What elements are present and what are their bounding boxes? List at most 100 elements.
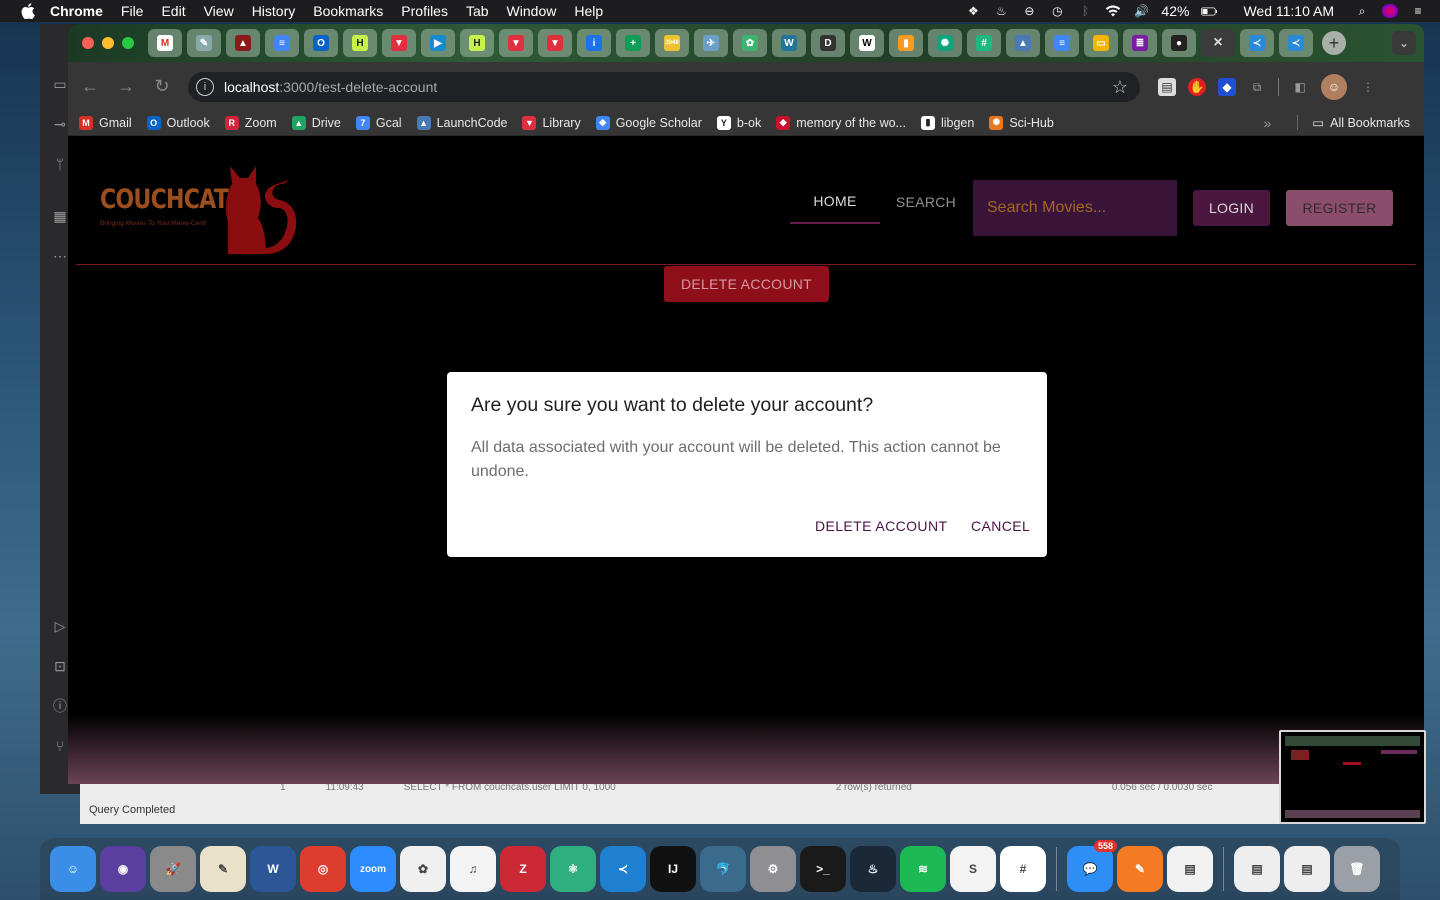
site-info-icon[interactable]: i bbox=[196, 78, 214, 96]
browser-tab[interactable]: ≡ bbox=[265, 29, 299, 57]
git-icon[interactable]: ⑂ bbox=[50, 736, 70, 756]
bookmark-item[interactable]: ✺ Sci-Hub bbox=[989, 115, 1054, 130]
back-button[interactable]: ← bbox=[76, 72, 104, 100]
bluetooth-icon[interactable]: ᛒ bbox=[1077, 4, 1093, 18]
chrome-menu-icon[interactable]: ⋮ bbox=[1359, 78, 1377, 96]
bookmark-item[interactable]: M Gmail bbox=[79, 115, 132, 130]
address-bar[interactable]: i localhost:3000/test-delete-account ☆ bbox=[188, 72, 1140, 102]
menu-view[interactable]: View bbox=[195, 3, 243, 19]
browser-tab[interactable]: ▼ bbox=[538, 29, 572, 57]
browser-tab[interactable]: ✿ bbox=[733, 29, 767, 57]
bookmark-item[interactable]: ◆ memory of the wo... bbox=[776, 115, 906, 130]
browser-tab[interactable]: W bbox=[850, 29, 884, 57]
profile-avatar[interactable]: ☺ bbox=[1321, 74, 1347, 100]
menu-file[interactable]: File bbox=[112, 3, 153, 19]
launchpad-icon[interactable]: 🚀 bbox=[150, 846, 196, 892]
browser-tab[interactable]: ▮ bbox=[889, 29, 923, 57]
photos-icon[interactable]: ✿ bbox=[400, 846, 446, 892]
chrome-icon[interactable]: ◎ bbox=[300, 846, 346, 892]
chevron-right-icon[interactable]: » bbox=[1264, 115, 1272, 131]
system-preferences-icon[interactable]: ⚙ bbox=[750, 846, 796, 892]
run-icon[interactable]: ▷ bbox=[50, 616, 70, 636]
menu-help[interactable]: Help bbox=[565, 3, 612, 19]
screenshot-thumbnail[interactable] bbox=[1279, 730, 1426, 824]
login-button[interactable]: LOGIN bbox=[1193, 190, 1270, 226]
pencil-app-icon[interactable]: ✎ bbox=[1117, 846, 1163, 892]
flame-icon[interactable]: ♨ bbox=[993, 4, 1009, 18]
menu-history[interactable]: History bbox=[243, 3, 305, 19]
close-window-button[interactable] bbox=[82, 37, 94, 49]
document-stack-icon[interactable]: ▤ bbox=[1234, 846, 1280, 892]
notes-icon[interactable]: ▤ bbox=[1167, 846, 1213, 892]
browser-tab[interactable]: D bbox=[811, 29, 845, 57]
browser-tab[interactable]: ▼ bbox=[382, 29, 416, 57]
menu-edit[interactable]: Edit bbox=[152, 3, 194, 19]
browser-tab[interactable]: ● bbox=[1162, 29, 1196, 57]
battery-icon[interactable] bbox=[1201, 4, 1218, 18]
intellij-icon[interactable]: IJ bbox=[650, 846, 696, 892]
menu-tab[interactable]: Tab bbox=[457, 3, 498, 19]
browser-tab[interactable]: ▲ bbox=[1006, 29, 1040, 57]
browser-tab[interactable]: ▶ bbox=[421, 29, 455, 57]
browser-tab[interactable]: + bbox=[616, 29, 650, 57]
terminal-icon[interactable]: ⊡ bbox=[50, 656, 70, 676]
wifi-icon[interactable] bbox=[1105, 4, 1121, 18]
browser-tab[interactable]: M bbox=[148, 29, 182, 57]
zoom-icon[interactable]: zoom bbox=[350, 846, 396, 892]
menu-bookmarks[interactable]: Bookmarks bbox=[304, 3, 392, 19]
menu-app-name[interactable]: Chrome bbox=[50, 3, 112, 19]
reload-button[interactable]: ↻ bbox=[148, 72, 176, 100]
reader-extension-icon[interactable]: ▤ bbox=[1158, 78, 1176, 96]
confirm-delete-button[interactable]: DELETE ACCOUNT bbox=[815, 518, 947, 534]
apple-icon[interactable] bbox=[20, 3, 36, 19]
commit-icon[interactable]: ⊸ bbox=[50, 114, 70, 134]
bookmark-item[interactable]: O Outlook bbox=[146, 115, 210, 130]
browser-tab[interactable]: O bbox=[304, 29, 338, 57]
all-bookmarks-button[interactable]: ▭ All Bookmarks bbox=[1297, 115, 1410, 130]
site-logo[interactable]: COUCHCATS Bringing Movies To Your Meow-C… bbox=[100, 162, 300, 254]
bookmark-item[interactable]: R Zoom bbox=[224, 115, 277, 130]
new-tab-button[interactable]: + bbox=[1322, 31, 1346, 55]
bookmark-star-icon[interactable]: ☆ bbox=[1112, 77, 1128, 98]
spotify-icon[interactable]: ≋ bbox=[900, 846, 946, 892]
search-movies-input[interactable] bbox=[973, 180, 1177, 236]
siri-icon[interactable] bbox=[1382, 4, 1398, 18]
steam-icon[interactable]: ♨ bbox=[850, 846, 896, 892]
delete-account-button[interactable]: DELETE ACCOUNT bbox=[664, 266, 829, 302]
browser-tab[interactable]: ≣ bbox=[1123, 29, 1157, 57]
browser-tab[interactable]: # bbox=[967, 29, 1001, 57]
bookmark-item[interactable]: ◆ Google Scholar bbox=[595, 115, 702, 130]
browser-tab[interactable]: ✺ bbox=[928, 29, 962, 57]
bookmark-item[interactable]: 7 Gcal bbox=[355, 115, 402, 130]
folder-icon[interactable]: ▭ bbox=[50, 74, 70, 94]
do-not-disturb-icon[interactable]: ⊖ bbox=[1021, 4, 1037, 18]
atom-icon[interactable]: ⚛ bbox=[550, 846, 596, 892]
browser-tab[interactable]: ≺ bbox=[1240, 29, 1274, 57]
vscode-icon[interactable]: ≺ bbox=[600, 846, 646, 892]
tab-search-button[interactable]: ⌄ bbox=[1392, 31, 1416, 55]
minimize-window-button[interactable] bbox=[102, 37, 114, 49]
menu-profiles[interactable]: Profiles bbox=[392, 3, 457, 19]
zoom-window-button[interactable] bbox=[122, 37, 134, 49]
browser-tab[interactable]: ✈ bbox=[694, 29, 728, 57]
control-center-icon[interactable]: ≡ bbox=[1410, 4, 1426, 18]
browser-tab[interactable]: ≺ bbox=[1279, 29, 1313, 57]
terminal-icon[interactable]: >_ bbox=[800, 846, 846, 892]
adblock-extension-icon[interactable]: ✋ bbox=[1188, 78, 1206, 96]
menu-window[interactable]: Window bbox=[498, 3, 566, 19]
browser-tab[interactable]: H bbox=[343, 29, 377, 57]
more-icon[interactable]: ⋯ bbox=[50, 246, 70, 266]
preview-icon[interactable]: ✎ bbox=[200, 846, 246, 892]
browser-tab[interactable]: ✎ bbox=[187, 29, 221, 57]
music-icon[interactable]: ♫ bbox=[450, 846, 496, 892]
slack-icon[interactable]: # bbox=[1000, 846, 1046, 892]
siri-icon[interactable]: ◉ bbox=[100, 846, 146, 892]
document-stack-icon[interactable]: ▤ bbox=[1284, 846, 1330, 892]
bookmark-item[interactable]: ▼ Library bbox=[522, 115, 581, 130]
close-icon[interactable]: × bbox=[1210, 34, 1226, 51]
browser-tab[interactable]: 2048 bbox=[655, 29, 689, 57]
messages-icon[interactable]: 💬 558 bbox=[1067, 840, 1117, 892]
volume-icon[interactable]: 🔊 bbox=[1133, 4, 1149, 18]
finder-icon[interactable]: ☺ bbox=[50, 846, 96, 892]
browser-tab[interactable]: W bbox=[772, 29, 806, 57]
